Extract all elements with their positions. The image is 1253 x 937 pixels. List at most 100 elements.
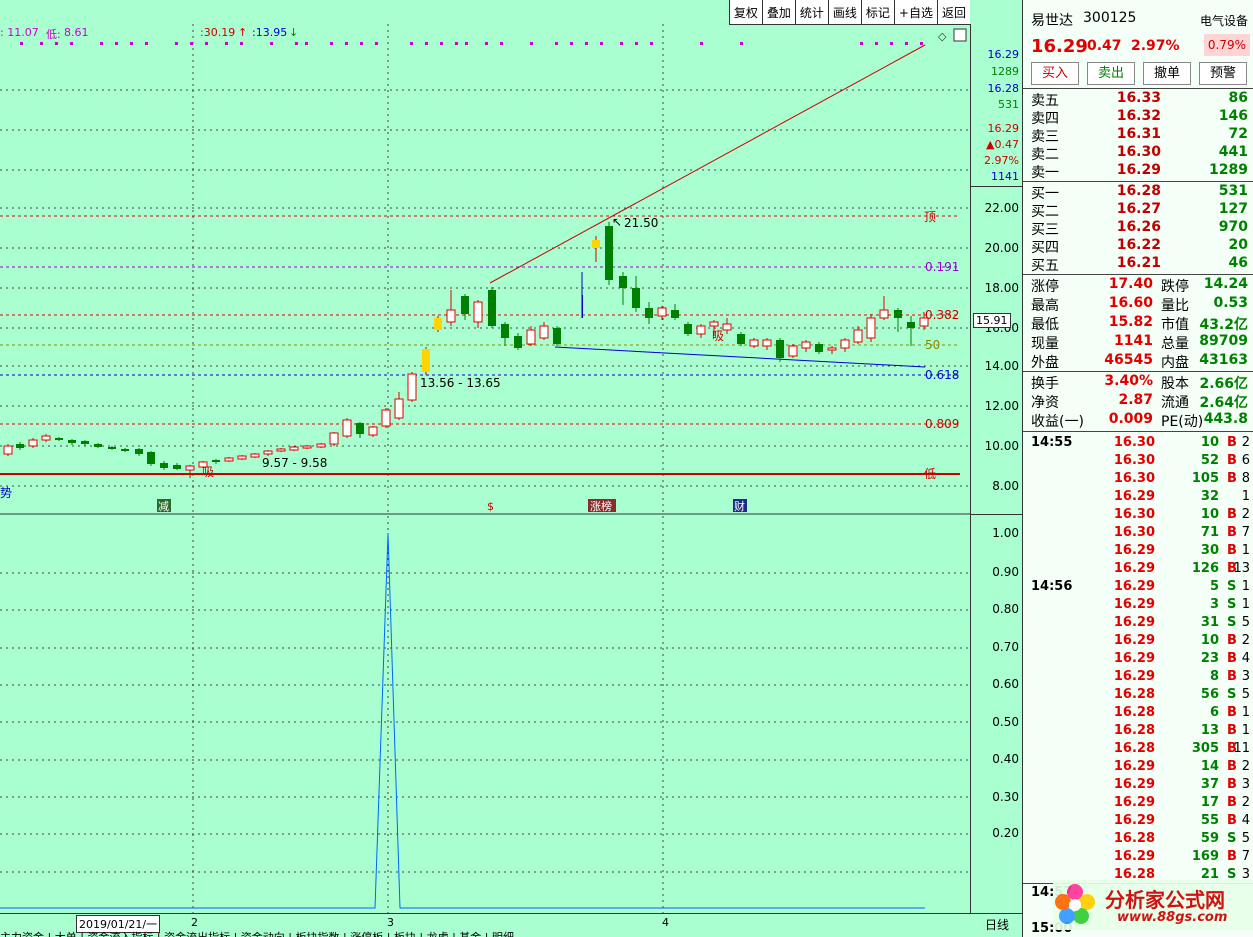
candle-body xyxy=(368,426,378,436)
axis-side-value: 16.28 xyxy=(987,82,1020,95)
ask-row[interactable]: 卖五 16.33 86 xyxy=(1031,90,1248,109)
tick-count: 1 xyxy=(1241,579,1250,594)
tick-count: 2 xyxy=(1241,633,1250,648)
back-button[interactable]: 返回 xyxy=(936,0,970,24)
tick-direction: B xyxy=(1227,507,1237,522)
ask-row[interactable]: 卖一 16.29 1289 xyxy=(1031,162,1248,181)
mark-button[interactable]: 标记 xyxy=(860,0,894,24)
low-label: 低 xyxy=(924,467,936,481)
tick-direction: B xyxy=(1227,813,1237,828)
tick-time: 14:55 xyxy=(1031,435,1073,450)
candle-body xyxy=(582,295,583,318)
stat-label: 最低 xyxy=(1031,317,1059,333)
bid-label: 买五 xyxy=(1031,258,1059,274)
tick-volume: 3 xyxy=(1209,597,1219,612)
quote-panel: 易世达 300125 电气设备 0.79% 16.29 0.47 2.97% 买… xyxy=(1022,0,1253,937)
watermark-title: 分析家公式网 xyxy=(1105,888,1225,912)
statistics-button[interactable]: 统计 xyxy=(794,0,828,24)
bid-row[interactable]: 买五 16.21 46 xyxy=(1031,255,1248,274)
tick-count: 7 xyxy=(1241,525,1250,540)
stat-value: 16.60 xyxy=(1108,295,1153,311)
ask-label: 卖三 xyxy=(1031,129,1059,145)
stat-value: 3.40% xyxy=(1104,373,1153,389)
period-label[interactable]: 日线 xyxy=(985,916,1009,933)
tick-price: 16.29 xyxy=(1113,615,1155,630)
candle-body xyxy=(840,339,850,349)
stat-row: 最低 15.82 市值 43.2亿 xyxy=(1031,314,1248,333)
bid-price: 16.22 xyxy=(1116,237,1161,253)
bid-row[interactable]: 买三 16.26 970 xyxy=(1031,219,1248,238)
tick-count: 2 xyxy=(1241,759,1250,774)
sell-button[interactable]: 卖出 xyxy=(1087,62,1135,85)
candle-body xyxy=(329,432,339,445)
bid-volume: 127 xyxy=(1218,201,1248,217)
buy-button[interactable]: 买入 xyxy=(1031,62,1079,85)
marker-fin: 财 xyxy=(734,499,745,513)
candle-body xyxy=(263,450,273,455)
sector-name[interactable]: 电气设备 xyxy=(1200,12,1248,29)
restore-rights-button[interactable]: 复权 xyxy=(728,0,762,24)
candle-body xyxy=(815,344,823,352)
bid-row[interactable]: 买一 16.28 531 xyxy=(1031,183,1248,202)
stat-label: 总量 xyxy=(1161,336,1189,352)
fib-50-label: 50 xyxy=(925,338,940,352)
draw-line-button[interactable]: 画线 xyxy=(827,0,861,24)
tick-volume: 305 xyxy=(1191,741,1219,756)
candle-body xyxy=(41,435,51,441)
candle-body xyxy=(108,447,116,449)
tick-count: 1 xyxy=(1241,597,1250,612)
bid-price: 16.27 xyxy=(1116,201,1161,217)
axis-side-value: ▲0.47 xyxy=(986,138,1019,151)
indicator-tick: 1.00 xyxy=(992,526,1019,540)
bid-label: 买一 xyxy=(1031,186,1059,202)
support-line xyxy=(554,346,926,368)
cancel-order-button[interactable]: 撤单 xyxy=(1143,62,1191,85)
candle-body xyxy=(212,460,220,462)
tick-volume: 23 xyxy=(1200,651,1219,666)
add-watchlist-button[interactable]: +自选 xyxy=(893,0,937,24)
candle-body xyxy=(722,323,732,331)
axis-side-value: 16.29 xyxy=(987,48,1020,61)
stat-label: 现量 xyxy=(1031,336,1059,352)
price-tick: 22.00 xyxy=(984,201,1019,215)
price-change: 0.47 xyxy=(1087,38,1122,54)
kline-chart-area[interactable]: ↖ 21.50 13.56 - 13.65 9.57 - 9.58 顶 低 0.… xyxy=(0,0,1022,937)
candle-body xyxy=(121,449,129,451)
candle-body xyxy=(684,324,692,334)
ask-row[interactable]: 卖四 16.32 146 xyxy=(1031,108,1248,127)
candle-body xyxy=(879,309,889,319)
tick-price: 16.30 xyxy=(1113,525,1155,540)
candle-body xyxy=(894,310,902,318)
ask-row[interactable]: 卖二 16.30 441 xyxy=(1031,144,1248,163)
tick-row: 16.29 10 B 2 xyxy=(1031,633,1250,651)
tick-price: 16.29 xyxy=(1113,759,1155,774)
indicator-tabs[interactable]: 主力资金 | 大单 | 资金流入指标 | 资金流出指标 | 资金动向 | 板块指… xyxy=(0,929,514,937)
tick-price: 16.29 xyxy=(1113,633,1155,648)
tick-count: 3 xyxy=(1241,777,1250,792)
tick-price: 16.28 xyxy=(1113,723,1155,738)
suck-label-1: 吸 xyxy=(712,329,724,343)
tick-row: 16.29 14 B 2 xyxy=(1031,759,1250,777)
tick-row: 16.28 305 B 11 xyxy=(1031,741,1250,759)
bid-row[interactable]: 买二 16.27 127 xyxy=(1031,201,1248,220)
ask-label: 卖二 xyxy=(1031,147,1059,163)
fib-0809-label: 0.809 xyxy=(925,417,959,431)
candle-body xyxy=(16,444,24,448)
suck-label-2: 吸 xyxy=(202,465,214,479)
alert-button[interactable]: 预警 xyxy=(1199,62,1247,85)
bid-row[interactable]: 买四 16.22 20 xyxy=(1031,237,1248,256)
tick-volume: 5 xyxy=(1209,579,1219,594)
chart-toolbar: 复权 叠加 统计 画线 标记 +自选 返回 xyxy=(728,0,970,25)
candle-body xyxy=(28,439,38,447)
ask-price: 16.31 xyxy=(1116,126,1161,142)
price-tick: 10.00 xyxy=(984,439,1019,453)
bid-label: 买二 xyxy=(1031,204,1059,220)
axis-side-value: 531 xyxy=(998,98,1019,111)
stat-label: 涨停 xyxy=(1031,279,1059,295)
overlay-button[interactable]: 叠加 xyxy=(761,0,795,24)
tick-count: 3 xyxy=(1241,669,1250,684)
ask-row[interactable]: 卖三 16.31 72 xyxy=(1031,126,1248,145)
tick-count: 5 xyxy=(1241,615,1250,630)
candlestick-chart[interactable]: ↖ 21.50 13.56 - 13.65 9.57 - 9.58 顶 低 0.… xyxy=(0,0,970,913)
trend-line-up xyxy=(489,44,926,284)
